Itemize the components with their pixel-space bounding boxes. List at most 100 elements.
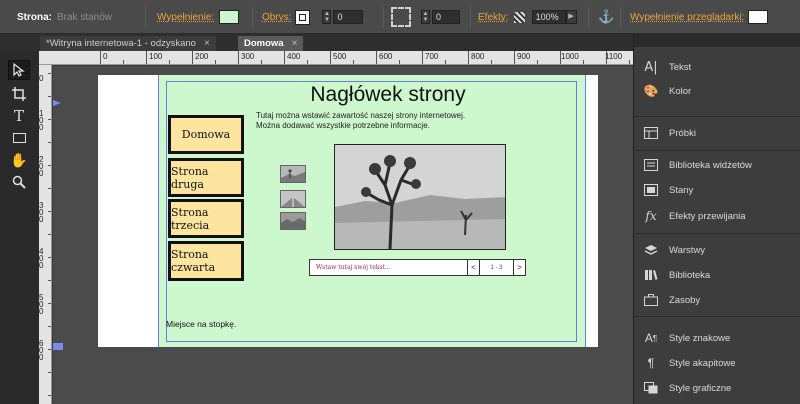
- ruler-tick: [48, 234, 51, 235]
- close-icon[interactable]: ×: [204, 36, 210, 51]
- guide-line[interactable]: [166, 341, 577, 342]
- zoom-tool-icon[interactable]: [8, 172, 30, 192]
- close-icon[interactable]: ×: [292, 36, 298, 51]
- page-frame[interactable]: Nagłówek strony Tutaj można wstawić zawa…: [98, 75, 598, 347]
- ruler-tick: [48, 326, 51, 327]
- slideshow-thumbnail[interactable]: [280, 212, 306, 230]
- ruler-tick: [48, 280, 51, 281]
- selection-tool-icon[interactable]: [8, 60, 30, 80]
- guide-line[interactable]: [585, 75, 586, 347]
- ruler-tick: [468, 51, 469, 64]
- nav-button-page-two[interactable]: Strona druga: [168, 158, 244, 197]
- vertical-ruler[interactable]: 0 1 0 0 2 0 0 3 0 0 4 0 0 5 0 0 6 0 0: [39, 65, 52, 404]
- library-icon: [642, 267, 660, 283]
- page-heading[interactable]: Nagłówek strony: [263, 83, 513, 107]
- pin-control[interactable]: ⚓: [598, 0, 614, 34]
- ruler-label: 1100: [605, 52, 623, 61]
- tab-domowa[interactable]: Domowa ×: [238, 36, 304, 51]
- crop-tool-icon[interactable]: [8, 84, 30, 104]
- guide-line[interactable]: [166, 81, 577, 82]
- horizontal-ruler[interactable]: 0 100 200 300 400 500 600 700 800 900 10…: [39, 51, 633, 65]
- text-tool-icon[interactable]: T: [8, 106, 30, 126]
- browser-fill-control[interactable]: Wypełnienie przeglądarki:: [630, 0, 769, 34]
- corner-radius-control[interactable]: ▲ ▼ 0: [391, 0, 460, 34]
- fill-swatch[interactable]: [219, 10, 240, 24]
- page-state-value[interactable]: Brak stanów: [57, 12, 112, 23]
- slideshow-thumbnail[interactable]: [280, 190, 306, 208]
- opacity-dropdown-icon[interactable]: ▶: [565, 10, 577, 24]
- slideshow-counter: 1 - 3: [479, 260, 513, 275]
- ruler-tick: [583, 60, 584, 64]
- panel-item-graphic-styles[interactable]: Style graficzne: [642, 380, 731, 396]
- divider: [470, 6, 471, 28]
- panel-item-label: Tekst: [669, 61, 692, 73]
- footer-guide-marker[interactable]: [53, 343, 63, 350]
- slideshow-thumbnail[interactable]: [280, 165, 306, 183]
- intro-line: Można dodawać wszystkie potrzebne inform…: [256, 121, 430, 130]
- rectangle-tool-icon[interactable]: [8, 128, 30, 148]
- ruler-tick: [399, 60, 400, 64]
- joshua-tree-photo: [335, 145, 505, 249]
- guide-line[interactable]: [576, 81, 577, 341]
- widget-library-icon: [642, 157, 660, 173]
- anchor-icon[interactable]: ⚓: [598, 9, 614, 25]
- panel-item-paragraph-styles[interactable]: ¶ Style akapitowe: [642, 355, 736, 371]
- stroke-swatch[interactable]: [295, 9, 311, 25]
- slideshow-main-image[interactable]: [334, 144, 506, 250]
- ruler-label: 1000: [561, 52, 579, 61]
- panel-item-color[interactable]: 🎨 Kolor: [642, 83, 692, 99]
- corner-radius-field[interactable]: 0: [432, 10, 460, 24]
- slideshow-caption[interactable]: Wstaw tutaj swój tekst...: [310, 264, 467, 271]
- guide-line[interactable]: [166, 81, 167, 341]
- divider: [252, 6, 253, 28]
- tools-panel: T ✋: [0, 51, 39, 404]
- design-canvas[interactable]: Nagłówek strony Tutaj można wstawić zawa…: [53, 66, 633, 404]
- slideshow-prev-button[interactable]: <: [467, 260, 479, 275]
- nav-button-page-three[interactable]: Strona trzecia: [168, 199, 244, 238]
- ruler-label: 3 0 0: [39, 201, 44, 224]
- panel-item-layers[interactable]: Warstwy: [642, 242, 705, 258]
- nav-button-page-four[interactable]: Strona czwarta: [168, 241, 244, 281]
- header-guide-marker[interactable]: [53, 100, 61, 106]
- ruler-label: 900: [517, 52, 531, 61]
- nav-button-home[interactable]: Domowa: [168, 115, 244, 154]
- corner-radius-stepper[interactable]: ▲ ▼: [421, 10, 430, 24]
- fill-control[interactable]: Wypełnienie:: [157, 0, 240, 34]
- ruler-tick: [146, 51, 147, 64]
- panel-item-transition-effects[interactable]: fx Efekty przewijania: [642, 208, 745, 224]
- footer-text[interactable]: Miejsce na stopkę.: [166, 319, 236, 329]
- slideshow-next-button[interactable]: >: [513, 260, 525, 275]
- ruler-label: 0: [103, 52, 108, 61]
- ruler-tick: [215, 60, 216, 64]
- panel-item-library[interactable]: Biblioteka: [642, 267, 710, 283]
- panel-item-label: Warstwy: [669, 244, 706, 256]
- ruler-label: 200: [195, 52, 209, 61]
- ruler-label: 1 0 0: [39, 109, 44, 132]
- browser-fill-label: Wypełnienie przeglądarki:: [630, 11, 745, 23]
- ruler-tick: [192, 51, 193, 64]
- ruler-tick: [48, 395, 51, 396]
- stroke-control[interactable]: Obrys: ▲ ▼ 0: [262, 0, 364, 34]
- browser-fill-swatch[interactable]: [748, 10, 769, 24]
- ruler-label: 600: [379, 52, 393, 61]
- panel-item-label: Style akapitowe: [669, 357, 736, 369]
- guide-line[interactable]: [158, 75, 159, 347]
- hand-tool-icon[interactable]: ✋: [8, 150, 30, 170]
- tab-witryna[interactable]: *Witryna internetowa-1 - odzyskano ×: [40, 36, 216, 51]
- page-state-control[interactable]: Strona: Brak stanów: [17, 0, 112, 34]
- panel-item-assets[interactable]: Zasoby: [642, 292, 700, 308]
- opacity-field[interactable]: 100%: [531, 10, 566, 24]
- effects-icon[interactable]: [513, 11, 525, 23]
- panel-item-text[interactable]: A| Tekst: [642, 59, 691, 75]
- effects-control[interactable]: Efekty: 100% ▶: [478, 0, 577, 34]
- panel-item-states[interactable]: Stany: [642, 182, 693, 198]
- panel-item-samples[interactable]: Próbki: [642, 125, 696, 141]
- panel-item-character-styles[interactable]: A ¶ Style znakowe: [642, 330, 730, 346]
- panel-group: Warstwy Biblioteka Zasoby: [634, 233, 800, 316]
- panel-item-widget-library[interactable]: Biblioteka widżetów: [642, 157, 752, 173]
- tab-label: Domowa: [244, 38, 284, 49]
- intro-text[interactable]: Tutaj można wstawić zawartość naszej str…: [256, 111, 465, 131]
- stroke-width-stepper[interactable]: ▲ ▼: [322, 10, 332, 24]
- stroke-width-field[interactable]: 0: [333, 10, 364, 24]
- assets-icon: [642, 292, 660, 308]
